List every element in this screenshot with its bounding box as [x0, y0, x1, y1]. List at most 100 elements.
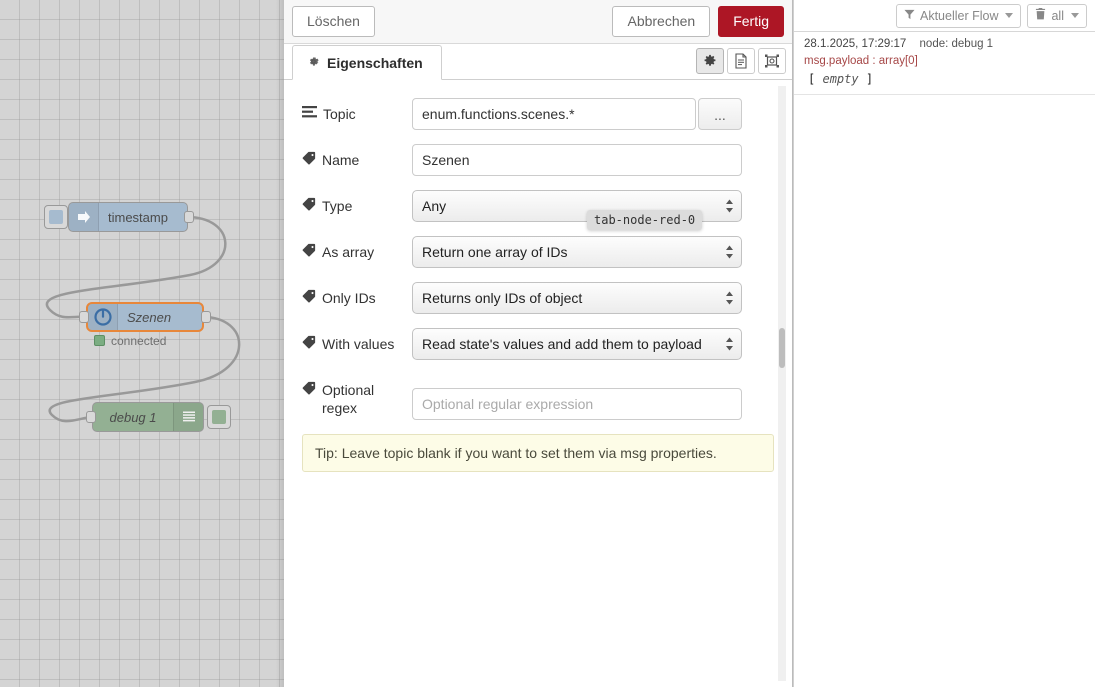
debug-value-body: empty [822, 72, 859, 86]
info-circle-icon [88, 304, 118, 330]
flow-canvas[interactable]: timestamp Szenen connected debug 1 [0, 0, 284, 687]
label-text: Type [322, 198, 353, 214]
inject-trigger-button[interactable] [44, 205, 68, 229]
dialog-tab-icons [696, 48, 786, 74]
chevron-down-icon [1071, 13, 1079, 18]
field-row-name: Name [302, 144, 774, 176]
label-text: As array [322, 244, 375, 260]
node-inject-timestamp[interactable]: timestamp [68, 202, 188, 232]
tag-icon [302, 243, 316, 261]
filter-icon [904, 9, 915, 23]
tag-icon [302, 151, 316, 169]
field-label-as-array: As array [302, 236, 412, 261]
dialog-scrollbar-thumb[interactable] [779, 328, 785, 368]
tooltip: tab-node-red-0 [587, 210, 703, 230]
node-debug-1[interactable]: debug 1 [92, 402, 204, 432]
canvas-edge-shadow [276, 0, 284, 687]
done-button[interactable]: Fertig [718, 6, 784, 37]
debug-sidebar: Aktueller Flow all 28.1.2025, 17:29:17 n… [793, 0, 1095, 687]
node-output-port[interactable] [184, 211, 194, 223]
field-control-as-array: Return one array of IDs [412, 236, 742, 268]
field-row-as-array: As array Return one array of IDs [302, 236, 774, 268]
field-row-with-values: With values Read state's values and add … [302, 328, 774, 360]
field-label-optional-regex: Optional regex [302, 374, 412, 417]
tag-icon [302, 381, 316, 399]
node-input-port[interactable] [86, 411, 96, 423]
field-control-topic: ... [412, 98, 742, 130]
field-label-topic: Topic [302, 98, 412, 123]
dialog-tab-strip: Eigenschaften [284, 44, 792, 80]
debug-clear-label: all [1051, 8, 1064, 23]
description-document-icon[interactable] [727, 48, 755, 74]
debug-property-path: msg.payload : array[0] [804, 55, 918, 67]
label-text: Name [322, 152, 360, 168]
debug-filter-button[interactable]: Aktueller Flow [895, 3, 1022, 28]
topic-input[interactable] [412, 98, 696, 130]
as-array-select[interactable]: Return one array of IDs [412, 236, 742, 268]
list-bars-icon [302, 105, 317, 123]
field-row-type: Type Any [302, 190, 774, 222]
debug-value: [ empty ] [804, 72, 1087, 86]
field-control-name [412, 144, 742, 176]
field-label-only-ids: Only IDs [302, 282, 412, 307]
debug-message[interactable]: 28.1.2025, 17:29:17 node: debug 1 msg.pa… [794, 32, 1095, 95]
label-text: Optional regex [322, 382, 375, 416]
debug-clear-button[interactable]: all [1027, 3, 1087, 28]
debug-value-suffix: ] [865, 72, 874, 86]
arrow-right-icon [69, 203, 99, 231]
field-label-type: Type [302, 190, 412, 215]
delete-button[interactable]: Löschen [292, 6, 375, 37]
field-control-with-values: Read state's values and add them to payl… [412, 328, 742, 360]
node-label: debug 1 [109, 409, 157, 425]
only-ids-select[interactable]: Returns only IDs of object [412, 282, 742, 314]
tab-label: Eigenschaften [327, 54, 423, 71]
node-red-editor: timestamp Szenen connected debug 1 Lösch… [0, 0, 1095, 687]
label-text: Only IDs [322, 290, 376, 306]
field-label-with-values: With values [302, 328, 412, 353]
node-label: Szenen [127, 309, 172, 325]
gear-icon[interactable] [696, 48, 724, 74]
debug-timestamp: 28.1.2025, 17:29:17 [804, 38, 907, 50]
chevron-down-icon [1005, 13, 1014, 18]
tag-icon [302, 289, 316, 307]
node-status-dot [94, 335, 105, 346]
node-input-port[interactable] [79, 311, 89, 323]
tab-properties[interactable]: Eigenschaften [292, 45, 442, 80]
debug-enable-button[interactable] [207, 405, 231, 429]
node-status-label: connected [111, 334, 167, 348]
topic-browse-button[interactable]: ... [698, 98, 742, 130]
dialog-header: Löschen Abbrechen Fertig [284, 0, 792, 44]
debug-message-meta: 28.1.2025, 17:29:17 node: debug 1 [804, 38, 1087, 50]
trash-icon [1035, 8, 1046, 23]
properties-form: Topic ... Name [284, 80, 792, 687]
debug-source-node: node: debug 1 [919, 38, 994, 50]
debug-value-prefix: [ [808, 72, 816, 86]
appearance-layout-icon[interactable] [758, 48, 786, 74]
tip-banner: Tip: Leave topic blank if you want to se… [302, 434, 774, 472]
node-edit-dialog: Löschen Abbrechen Fertig Eigenschaften T… [284, 0, 793, 687]
dialog-scrollbar-track[interactable] [778, 86, 786, 681]
debug-message-list[interactable]: 28.1.2025, 17:29:17 node: debug 1 msg.pa… [794, 32, 1095, 687]
only-ids-select-value[interactable]: Returns only IDs of object [412, 282, 742, 314]
field-control-optional-regex [412, 374, 742, 420]
tag-icon [302, 335, 316, 353]
field-row-optional-regex: Optional regex [302, 374, 774, 420]
name-input[interactable] [412, 144, 742, 176]
optional-regex-input[interactable] [412, 388, 742, 420]
with-values-select[interactable]: Read state's values and add them to payl… [412, 328, 742, 360]
debug-lines-icon [173, 403, 203, 431]
debug-filter-label: Aktueller Flow [919, 8, 999, 23]
with-values-select-value[interactable]: Read state's values and add them to payl… [412, 328, 742, 360]
gear-icon [307, 55, 320, 71]
field-row-only-ids: Only IDs Returns only IDs of object [302, 282, 774, 314]
node-label: timestamp [108, 209, 168, 225]
tag-icon [302, 197, 316, 215]
field-label-name: Name [302, 144, 412, 169]
as-array-select-value[interactable]: Return one array of IDs [412, 236, 742, 268]
field-row-topic: Topic ... [302, 98, 774, 130]
field-control-only-ids: Returns only IDs of object [412, 282, 742, 314]
cancel-button[interactable]: Abbrechen [612, 6, 711, 37]
label-text: With values [322, 336, 395, 352]
node-szenen[interactable]: Szenen [86, 302, 204, 332]
node-output-port[interactable] [201, 311, 211, 323]
